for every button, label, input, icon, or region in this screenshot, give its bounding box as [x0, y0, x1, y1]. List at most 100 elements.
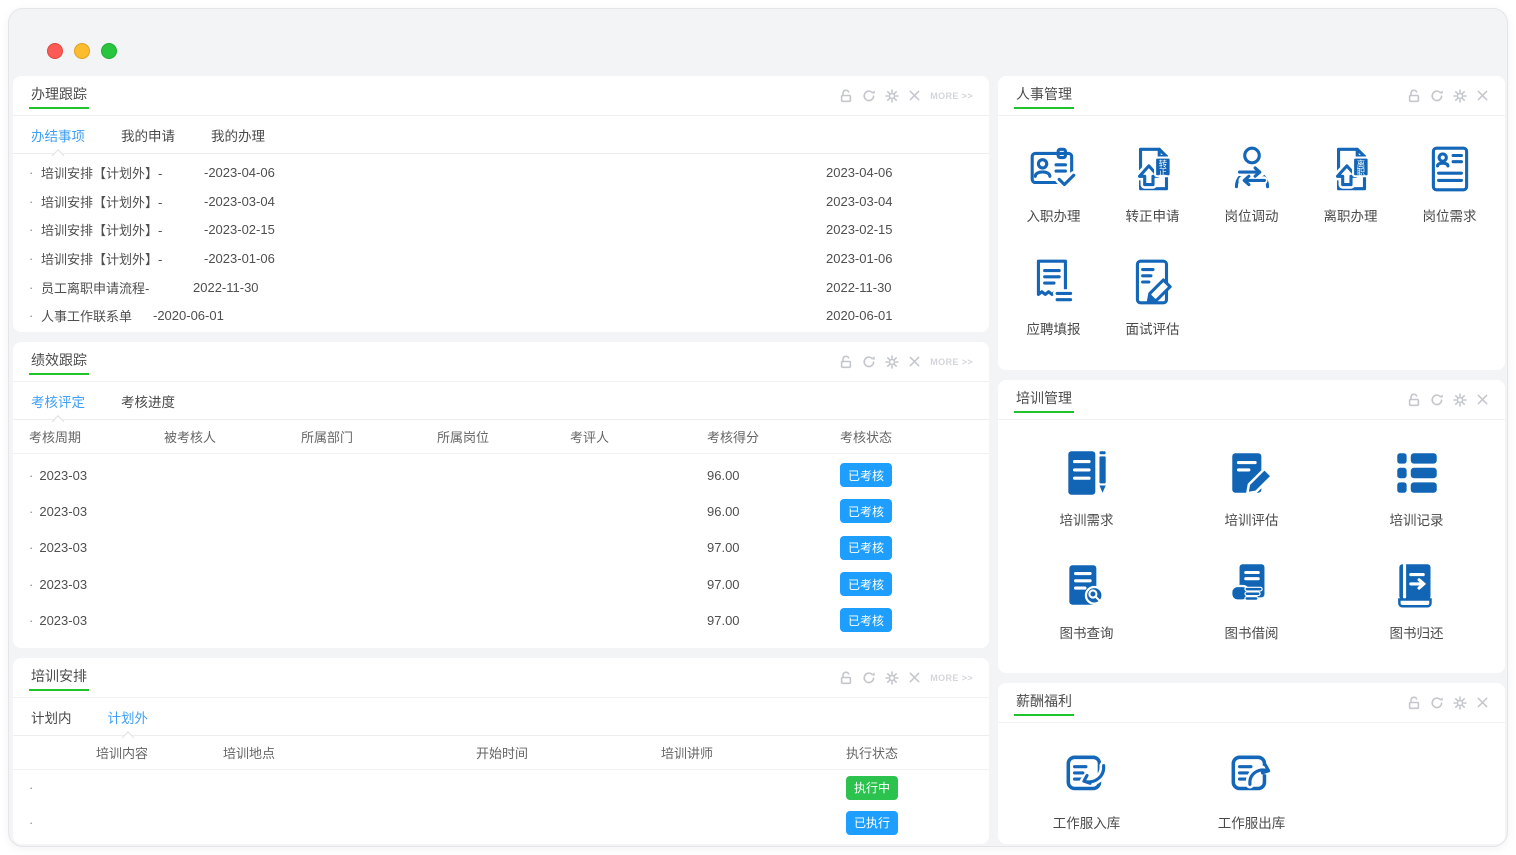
settings-gear-icon[interactable] [885, 355, 899, 369]
app-candidate-application[interactable]: 应聘填报 [1004, 239, 1103, 352]
widget-toolbar [1407, 696, 1489, 710]
zoom-window-button[interactable] [101, 43, 117, 59]
hr-app-grid: 入职办理 转 正 转正申请 [998, 116, 1505, 352]
panel-header: 培训安排 MORE >> [13, 658, 989, 698]
panel-title: 绩效跟踪 [29, 348, 89, 375]
list-item[interactable]: ·培训安排【计划外】--2023-03-042023-03-04 [29, 187, 973, 216]
settings-gear-icon[interactable] [1453, 696, 1467, 710]
app-position-requirements[interactable]: 岗位需求 [1400, 126, 1499, 239]
close-window-button[interactable] [47, 43, 63, 59]
settings-gear-icon[interactable] [885, 671, 899, 685]
item-date: 2023-02-15 [826, 222, 893, 237]
app-training-needs[interactable]: 培训需求 [1004, 430, 1169, 543]
tab-my-processing[interactable]: 我的办理 [211, 125, 265, 145]
panel-training-management: 培训管理 培训需求 [998, 380, 1505, 673]
app-position-transfer[interactable]: 岗位调动 [1202, 126, 1301, 239]
refresh-icon[interactable] [862, 89, 876, 103]
tab-out-of-plan[interactable]: 计划外 [108, 707, 149, 727]
app-book-return[interactable]: 图书归还 [1334, 543, 1499, 656]
app-window: 办理跟踪 MORE >> 办结事项 我的申请 我的办理 ·培训安排【计划外】--… [8, 8, 1508, 847]
item-date: 2023-01-06 [826, 251, 893, 266]
svg-text:职: 职 [1356, 167, 1364, 177]
app-interview-evaluation[interactable]: 面试评估 [1103, 239, 1202, 352]
app-book-borrow[interactable]: 图书借阅 [1169, 543, 1334, 656]
training-tabs: 计划内 计划外 [13, 698, 989, 736]
tab-assessment-progress[interactable]: 考核进度 [121, 391, 175, 411]
bullet: · [29, 251, 35, 266]
list-item[interactable]: ·培训安排【计划外】--2023-02-152023-02-15 [29, 215, 973, 244]
app-training-evaluation[interactable]: 培训评估 [1169, 430, 1334, 543]
widget-toolbar [1407, 393, 1489, 407]
close-widget-icon[interactable] [1476, 89, 1489, 102]
tab-finished-items[interactable]: 办结事项 [31, 125, 85, 145]
lock-icon[interactable] [839, 671, 853, 685]
document-pen-icon [1060, 446, 1114, 500]
widget-toolbar: MORE >> [839, 671, 973, 685]
app-training-records[interactable]: 培训记录 [1334, 430, 1499, 543]
table-row[interactable]: ·2023-0396.00已考核 [13, 457, 989, 493]
app-book-search[interactable]: 图书查询 [1004, 543, 1169, 656]
document-promote-icon: 转 正 [1126, 142, 1180, 196]
refresh-icon[interactable] [1430, 89, 1444, 103]
more-link[interactable]: MORE >> [930, 673, 973, 683]
list-item[interactable]: ·人事工作联系单-2020-06-012020-06-01 [29, 301, 973, 330]
list-item[interactable]: ·培训安排【计划外】--2023-04-062023-04-06 [29, 158, 973, 187]
panel-title: 培训管理 [1014, 386, 1074, 413]
panel-header: 绩效跟踪 MORE >> [13, 342, 989, 382]
close-widget-icon[interactable] [1476, 393, 1489, 406]
status-badge: 已考核 [840, 608, 892, 632]
refresh-icon[interactable] [862, 671, 876, 685]
close-widget-icon[interactable] [908, 355, 921, 368]
app-workwear-inbound[interactable]: 工作服入库 [1004, 733, 1169, 844]
processing-tabs: 办结事项 我的申请 我的办理 [13, 116, 989, 154]
list-item[interactable]: ·员工离职申请流程-2022-11-302022-11-30 [29, 273, 973, 302]
more-link[interactable]: MORE >> [930, 91, 973, 101]
table-header: 培训内容 培训地点 开始时间 培训讲师 执行状态 [13, 736, 989, 770]
panel-title: 人事管理 [1014, 82, 1074, 109]
panel-processing-tracking: 办理跟踪 MORE >> 办结事项 我的申请 我的办理 ·培训安排【计划外】--… [13, 76, 989, 332]
settings-gear-icon[interactable] [1453, 393, 1467, 407]
app-offboarding[interactable]: 离 职 离职办理 [1301, 126, 1400, 239]
list-item[interactable]: ·培训安排【计划外】--2023-01-062023-01-06 [29, 244, 973, 273]
table-row[interactable]: ·执行中 [13, 770, 989, 805]
widget-toolbar: MORE >> [839, 89, 973, 103]
app-promotion-request[interactable]: 转 正 转正申请 [1103, 126, 1202, 239]
table-row[interactable]: ·已执行 [13, 805, 989, 840]
refresh-icon[interactable] [1430, 393, 1444, 407]
window-controls [47, 43, 117, 59]
lock-icon[interactable] [839, 355, 853, 369]
table-row[interactable]: ·2023-0397.00已考核 [13, 530, 989, 566]
app-workwear-outbound[interactable]: 工作服出库 [1169, 733, 1334, 844]
score-cell: 96.00 [707, 468, 840, 483]
panel-compensation-benefits: 薪酬福利 工作服入库 [998, 683, 1505, 844]
close-widget-icon[interactable] [908, 671, 921, 684]
tab-my-applications[interactable]: 我的申请 [121, 125, 175, 145]
panel-header: 薪酬福利 [998, 683, 1505, 723]
table-row[interactable]: ·2023-0396.00已考核 [13, 493, 989, 529]
app-onboarding[interactable]: 入职办理 [1004, 126, 1103, 239]
close-widget-icon[interactable] [1476, 696, 1489, 709]
table-row[interactable]: ·2023-0397.00已考核 [13, 602, 989, 638]
close-widget-icon[interactable] [908, 89, 921, 102]
score-cell: 96.00 [707, 504, 840, 519]
more-link[interactable]: MORE >> [930, 357, 973, 367]
document-hand-icon [1225, 559, 1279, 613]
item-date: 2022-11-30 [826, 280, 892, 295]
lock-icon[interactable] [1407, 393, 1421, 407]
table-row[interactable]: ·2023-0397.00已考核 [13, 566, 989, 602]
tab-in-plan[interactable]: 计划内 [31, 707, 72, 727]
settings-gear-icon[interactable] [885, 89, 899, 103]
panel-header: 培训管理 [998, 380, 1505, 420]
refresh-icon[interactable] [1430, 696, 1444, 710]
refresh-icon[interactable] [862, 355, 876, 369]
settings-gear-icon[interactable] [1453, 89, 1467, 103]
document-pencil-icon [1126, 255, 1180, 309]
lock-icon[interactable] [1407, 89, 1421, 103]
item-date: 2023-04-06 [826, 165, 893, 180]
lock-icon[interactable] [839, 89, 853, 103]
document-pencil-solid-icon [1225, 446, 1279, 500]
tab-assessment-rating[interactable]: 考核评定 [31, 391, 85, 411]
lock-icon[interactable] [1407, 696, 1421, 710]
minimize-window-button[interactable] [74, 43, 90, 59]
box-arrow-in-icon [1060, 749, 1114, 803]
